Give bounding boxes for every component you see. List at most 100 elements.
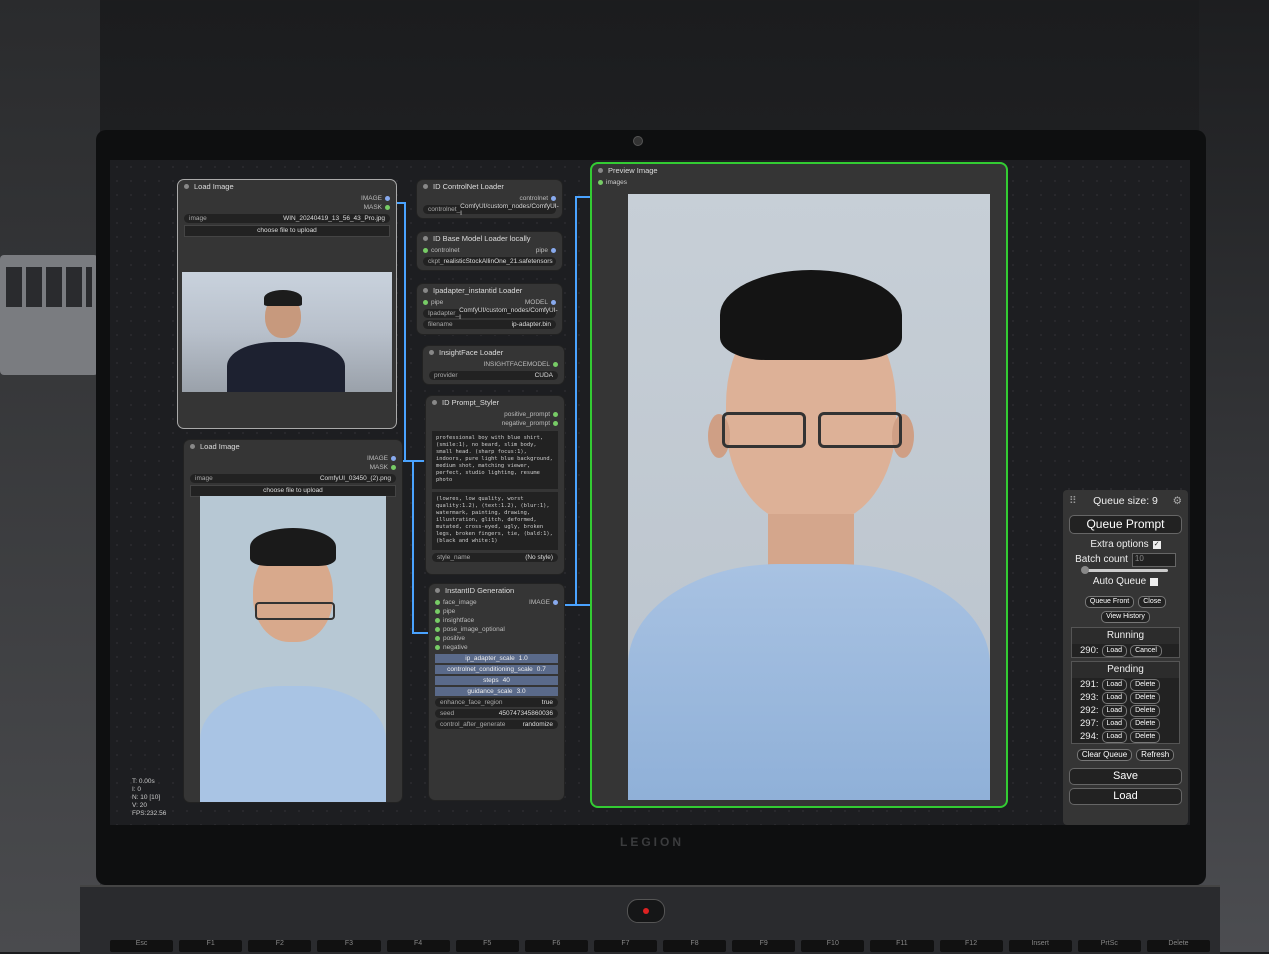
steps-slider[interactable]: steps 40 (435, 676, 558, 685)
ipadapter-loader-node[interactable]: Ipadapter_instantid Loader pipe MODEL Ip… (417, 284, 562, 334)
checkpoint-select[interactable]: ckpt_ realisticStockAllinOne_21.safetenso… (423, 257, 556, 266)
instantid-generation-node[interactable]: InstantID Generation face_image IMAGE pi… (429, 584, 564, 800)
load-image-node-1[interactable]: Load Image IMAGE MASK image WIN_20240419_… (178, 180, 396, 428)
input-pipe[interactable]: pipe (417, 298, 443, 307)
delete-button[interactable]: Delete (1130, 717, 1161, 730)
controlnet-loader-node[interactable]: ID ControlNet Loader controlnet controln… (417, 180, 562, 218)
view-history-button[interactable]: View History (1101, 610, 1150, 623)
render-stats: T: 0.00s I: 0 N: 10 [10] V: 20 FPS:232.5… (132, 778, 166, 818)
cancel-button[interactable]: Cancel (1130, 644, 1162, 657)
input-negative[interactable]: negative (429, 643, 564, 652)
connection-wire (404, 202, 406, 460)
output-mask[interactable]: MASK (178, 203, 396, 212)
base-model-loader-node[interactable]: ID Base Model Loader locally controlnet … (417, 232, 562, 270)
slider-thumb[interactable] (1081, 566, 1089, 574)
input-pipe[interactable]: pipe (429, 607, 564, 616)
key[interactable]: F3 (317, 940, 381, 952)
enhance-face-toggle[interactable]: enhance_face_region true (435, 698, 558, 707)
image-select[interactable]: image ComfyUI_03450_(2).png (190, 474, 396, 483)
input-face-image[interactable]: face_image (429, 598, 477, 607)
widget-value: randomize (522, 721, 553, 728)
load-button[interactable]: Load (1101, 730, 1128, 743)
upload-button[interactable]: choose file to upload (184, 225, 390, 237)
input-insightface[interactable]: insightface (429, 616, 564, 625)
provider-select[interactable]: provider CUDA (429, 371, 558, 380)
input-pose-image[interactable]: pose_image_optional (429, 625, 564, 634)
output-image[interactable]: IMAGE (178, 194, 396, 203)
output-pipe[interactable]: pipe (536, 246, 562, 255)
glasses-icon (722, 412, 806, 448)
laptop-screen: Load Image IMAGE MASK image WIN_20240419_… (110, 160, 1190, 825)
key[interactable]: Esc (110, 940, 174, 952)
load-image-node-2[interactable]: Load Image IMAGE MASK image ComfyUI_03450… (184, 440, 402, 802)
load-button[interactable]: Load (1101, 678, 1128, 691)
key[interactable]: F7 (593, 940, 657, 952)
key[interactable]: F8 (663, 940, 727, 952)
load-button[interactable]: Load (1101, 644, 1128, 657)
preview-image-node[interactable]: Preview Image images (592, 164, 1006, 806)
key[interactable]: F11 (870, 940, 934, 952)
ipadapter-select[interactable]: Ipadapter_ ComfyUI/custom_nodes/ComfyUI-I (423, 307, 558, 321)
control-after-generate-select[interactable]: control_after_generate randomize (435, 720, 558, 729)
delete-button[interactable]: Delete (1130, 704, 1161, 717)
input-positive[interactable]: positive (429, 634, 564, 643)
controlnet-select[interactable]: controlnet_ ComfyUI/custom_nodes/ComfyUI-… (423, 202, 559, 217)
guidance-scale-slider[interactable]: guidance_scale 3.0 (435, 687, 558, 696)
prompt-styler-node[interactable]: ID Prompt_Styler positive_prompt negativ… (426, 396, 564, 574)
item-id: 293: (1080, 692, 1099, 703)
filename-select[interactable]: filename ip-adapter.bin (423, 320, 556, 329)
key[interactable]: F12 (939, 940, 1003, 952)
load-button[interactable]: Load (1101, 691, 1128, 704)
positive-prompt-textarea[interactable]: professional boy with blue shirt, (smile… (432, 431, 558, 489)
output-positive-prompt[interactable]: positive_prompt (426, 410, 564, 419)
load-button[interactable]: Load (1101, 704, 1128, 717)
widget-value: ComfyUI/custom_nodes/ComfyUI-I (460, 202, 559, 217)
generated-portrait (628, 194, 990, 800)
auto-queue-checkbox[interactable] (1150, 577, 1159, 586)
delete-button[interactable]: Delete (1130, 691, 1161, 704)
key[interactable]: F2 (248, 940, 312, 952)
save-button[interactable]: Save (1069, 768, 1182, 785)
style-select[interactable]: style_name (No style) (432, 553, 558, 562)
close-button[interactable]: Close (1138, 595, 1167, 608)
load-workflow-button[interactable]: Load (1069, 788, 1182, 805)
delete-button[interactable]: Delete (1130, 678, 1161, 691)
image-select[interactable]: image WIN_20240419_13_56_43_Pro.jpg (184, 214, 390, 223)
negative-prompt-textarea[interactable]: (lowres, low quality, worst quality:1.2)… (432, 492, 558, 550)
queue-front-button[interactable]: Queue Front (1084, 595, 1135, 608)
output-negative-prompt[interactable]: negative_prompt (426, 419, 564, 428)
extra-options-checkbox[interactable]: ✓ (1152, 540, 1161, 549)
delete-button[interactable]: Delete (1130, 730, 1161, 743)
load-button[interactable]: Load (1101, 717, 1128, 730)
key[interactable]: Insert (1008, 940, 1072, 952)
input-images[interactable]: images (592, 178, 1006, 187)
insightface-loader-node[interactable]: InsightFace Loader INSIGHTFACEMODEL prov… (423, 346, 564, 384)
widget-value: 450747345860036 (498, 710, 553, 717)
key[interactable]: F9 (732, 940, 796, 952)
refresh-button[interactable]: Refresh (1136, 748, 1175, 761)
drag-handle-icon[interactable]: ⠿ (1069, 490, 1077, 512)
controlnet-scale-slider[interactable]: controlnet_conditioning_scale 0.7 (435, 665, 558, 674)
output-insightface[interactable]: INSIGHTFACEMODEL (423, 360, 564, 369)
key[interactable]: Delete (1146, 940, 1210, 952)
batch-count-label: Batch count (1075, 554, 1128, 565)
clear-queue-button[interactable]: Clear Queue (1076, 748, 1133, 761)
ip-adapter-scale-slider[interactable]: ip_adapter_scale 1.0 (435, 654, 558, 663)
output-mask[interactable]: MASK (184, 463, 402, 472)
seed-input[interactable]: seed 450747345860036 (435, 709, 558, 718)
batch-count-slider[interactable] (1081, 566, 1168, 574)
gear-icon[interactable]: ⚙ (1173, 490, 1182, 512)
queue-prompt-button[interactable]: Queue Prompt (1069, 515, 1182, 534)
stat-line: T: 0.00s (132, 778, 155, 785)
output-image[interactable]: IMAGE (184, 454, 402, 463)
input-controlnet[interactable]: controlnet (417, 246, 460, 255)
key[interactable]: F10 (801, 940, 865, 952)
power-button[interactable] (627, 899, 665, 923)
output-image[interactable]: IMAGE (529, 598, 564, 607)
key[interactable]: F4 (386, 940, 450, 952)
key[interactable]: F5 (455, 940, 519, 952)
key[interactable]: F6 (524, 940, 588, 952)
key[interactable]: PrtSc (1077, 940, 1141, 952)
batch-count-input[interactable]: 10 (1131, 552, 1176, 567)
key[interactable]: F1 (179, 940, 243, 952)
